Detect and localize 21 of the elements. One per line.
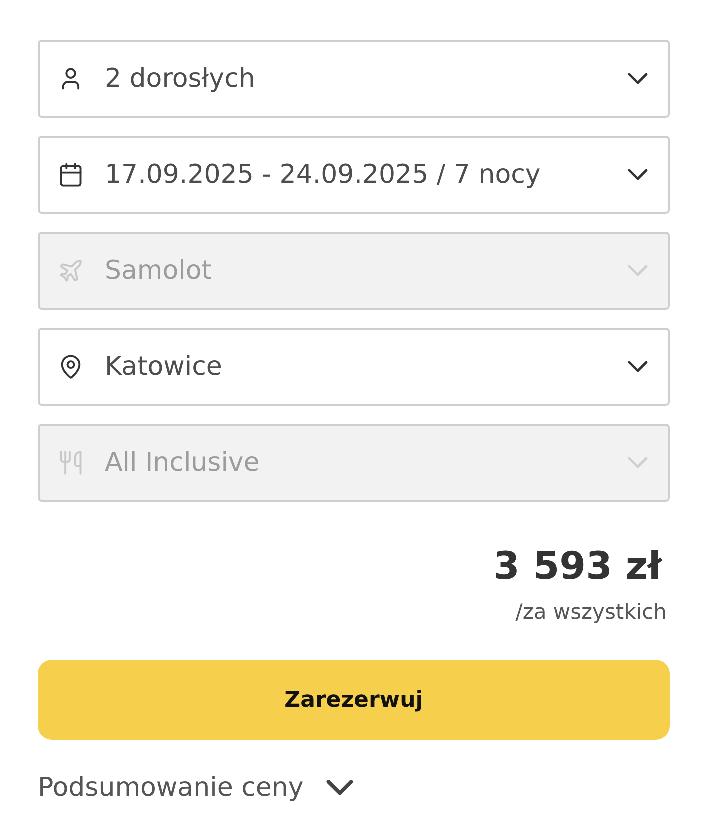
book-button[interactable]: Zarezerwuj — [38, 660, 670, 740]
chevron-down-icon — [326, 780, 354, 796]
field-value: All Inclusive — [105, 447, 261, 479]
calendar-icon — [58, 162, 84, 188]
field-value: Samolot — [105, 255, 213, 287]
field-value: 17.09.2025 - 24.09.2025 / 7 nocy — [105, 159, 542, 191]
chevron-down-icon — [628, 457, 648, 469]
price-note: /za wszystkich — [516, 599, 667, 626]
chevron-down-icon — [628, 361, 648, 373]
plane-icon — [58, 258, 84, 284]
field-value: Katowice — [105, 351, 224, 383]
price-amount: 3 593 zł — [494, 543, 662, 590]
field-value: 2 dorosłych — [105, 63, 256, 95]
fork-knife-icon — [58, 450, 84, 476]
chevron-down-icon — [628, 73, 648, 85]
dropdown-field[interactable]: 2 dorosłych — [38, 40, 670, 118]
dropdown-field[interactable]: Katowice — [38, 328, 670, 406]
dropdown-field[interactable]: 17.09.2025 - 24.09.2025 / 7 nocy — [38, 136, 670, 214]
chevron-down-icon — [628, 169, 648, 181]
price-summary-toggle[interactable]: Podsumowanie ceny — [38, 770, 354, 806]
chevron-down-icon — [628, 265, 648, 277]
